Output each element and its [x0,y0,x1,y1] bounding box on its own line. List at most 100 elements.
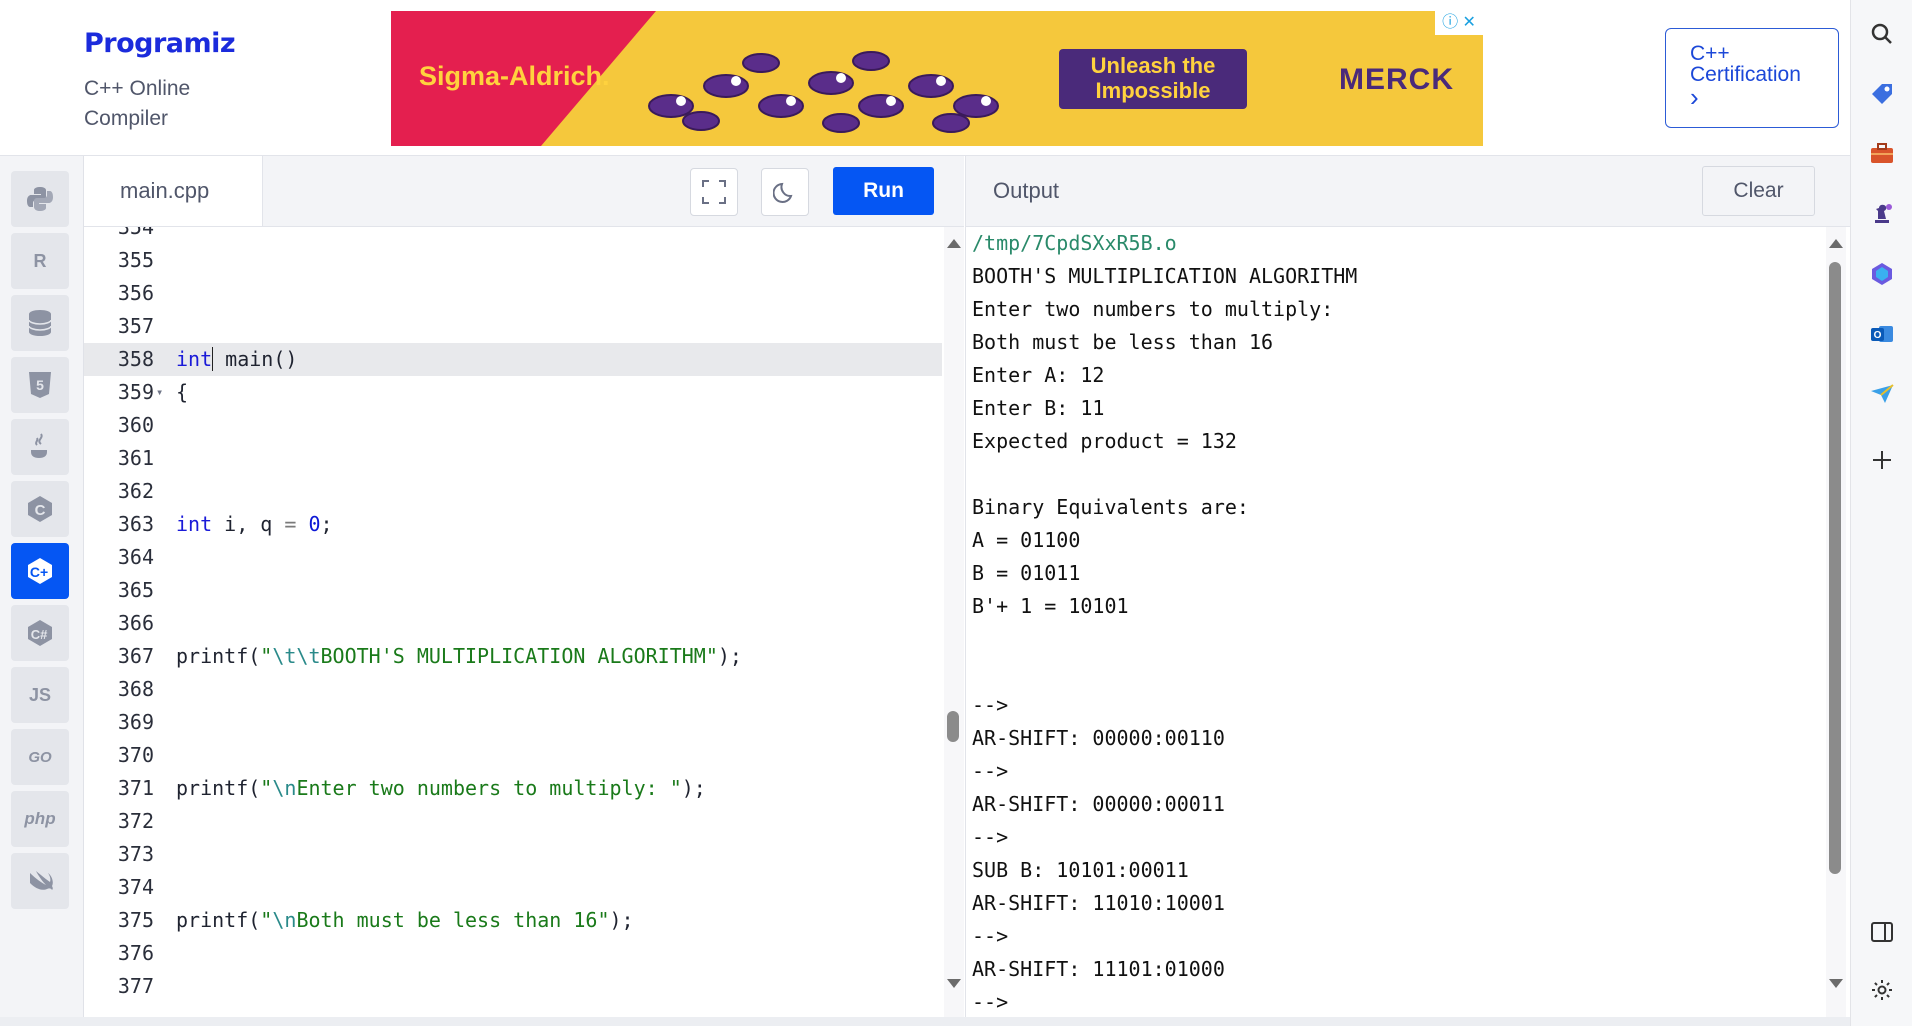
output-line: --> [972,990,1009,1014]
svg-text:C#: C# [31,627,48,642]
svg-text:O: O [1874,330,1882,341]
output-header: Output Clear [965,156,1850,227]
output-line: B'+ 1 = 10101 [972,594,1129,618]
code-text: printf("\t\tBOOTH'S MULTIPLICATION ALGOR… [176,644,742,668]
fullscreen-icon [702,180,726,204]
sql-icon[interactable] [11,295,69,351]
output-line: Both must be less than 16 [972,330,1274,354]
cpp-icon[interactable]: C+ [11,543,69,599]
csharp-icon[interactable]: C# [11,605,69,661]
c-icon[interactable]: C [11,481,69,537]
html-icon[interactable]: 5 [11,357,69,413]
code-line: 372 [117,809,154,833]
output-line: AR-SHIFT: 11101:01000 [972,957,1225,981]
certification-button[interactable]: C++ Certification › [1665,28,1839,128]
scroll-up-icon[interactable] [1829,239,1843,248]
ants-illustration-icon [648,51,999,133]
code-line: 374 [117,875,154,899]
scroll-down-icon[interactable] [1829,979,1843,988]
ad-brand-right: MERCK [1339,63,1454,96]
settings-icon[interactable] [1866,974,1898,1006]
page-subtitle: C++ Online Compiler [84,77,191,130]
code-line: 370 [117,743,154,767]
output-line: Enter B: 11 [972,396,1105,420]
output-line: Binary Equivalents are: [972,495,1249,519]
javascript-icon[interactable]: JS [11,667,69,723]
output-line: AR-SHIFT: 00000:00110 [972,726,1225,750]
panel-icon[interactable] [1866,916,1898,948]
moon-icon [773,182,793,203]
editor-toolbar: main.cpp Run [84,156,964,227]
svg-text:C: C [35,502,46,519]
output-line: SUB B: 10101:00011 [972,858,1189,882]
code-line: 369 [117,710,154,734]
code-line: 363 int i, q = 0; [84,508,942,541]
code-line: 355 [117,248,154,272]
code-line: 357 [117,314,154,338]
outlook-icon[interactable]: O [1866,318,1898,350]
code-line: 376 [117,941,154,965]
copilot-icon[interactable] [1866,258,1898,290]
editor-scrollbar[interactable] [944,227,964,1017]
ad-choices-icon[interactable]: ⓘ ✕ [1435,11,1483,35]
site-header: Programiz C++ Online Compiler Sigma-Aldr… [0,0,1850,156]
output-line: BOOTH'S MULTIPLICATION ALGORITHM [972,264,1358,288]
code-text: int i, q = 0; [176,512,333,536]
scroll-up-icon[interactable] [947,239,961,248]
scrollbar-thumb[interactable] [1829,262,1841,874]
output-line: AR-SHIFT: 11010:10001 [972,891,1225,915]
dark-mode-button[interactable] [761,168,809,216]
tab-main-cpp[interactable]: main.cpp [84,156,263,226]
clear-button[interactable]: Clear [1702,166,1815,216]
svg-text:C+: C+ [30,564,48,580]
scrollbar-thumb[interactable] [947,711,959,742]
file-tab-label: main.cpp [120,178,210,203]
browser-sidebar: O [1850,0,1912,1026]
r-icon[interactable]: R [11,233,69,289]
code-line: 360 [117,413,154,437]
run-button[interactable]: Run [833,167,934,215]
code-line: 356 [117,281,154,305]
php-icon[interactable]: php [11,791,69,847]
briefcase-icon[interactable] [1866,138,1898,170]
certification-label: C++ Certification [1690,42,1801,86]
output-line: AR-SHIFT: 00000:00011 [972,792,1225,816]
output-line: B = 01011 [972,561,1081,585]
chess-icon[interactable] [1866,198,1898,230]
code-text: int main() [176,347,298,371]
output-line: Expected product = 132 [972,429,1237,453]
code-line: 365 [117,578,154,602]
language-sidebar: R 5 C C+ C# JS GO php [0,156,84,1026]
output-scrollbar[interactable] [1826,227,1846,1017]
output-line: Enter two numbers to multiply: [972,297,1334,321]
code-line: 377 [117,974,154,998]
ad-brand-left: Sigma-Aldrich. [419,61,610,91]
advertisement-banner[interactable]: Sigma-Aldrich. Unleash the Impossible ME… [391,11,1483,146]
java-icon[interactable] [11,419,69,475]
code-line: 354 [117,227,154,239]
output-line: /tmp/7CpdSXxR5B.o [972,231,1177,255]
send-icon[interactable] [1866,378,1898,410]
plus-icon[interactable] [1866,444,1898,476]
code-line: 362 [117,479,154,503]
svg-text:5: 5 [36,377,44,393]
go-icon[interactable]: GO [11,729,69,785]
output-line: --> [972,693,1009,717]
swift-icon[interactable] [11,853,69,909]
search-icon[interactable] [1866,18,1898,50]
code-editor[interactable]: 354 355 356 357 358 int main() 359 ▾ { 36… [84,227,944,1017]
code-line: 359 ▾ { [84,376,942,409]
output-line: --> [972,759,1009,783]
code-text: printf("\nEnter two numbers to multiply:… [176,776,706,800]
code-line: 373 [117,842,154,866]
python-icon[interactable] [11,171,69,227]
code-line: 364 [117,545,154,569]
fold-arrow-icon[interactable]: ▾ [156,376,163,409]
output-console[interactable]: /tmp/7CpdSXxR5B.o BOOTH'S MULTIPLICATION… [965,227,1826,1017]
scroll-down-icon[interactable] [947,979,961,988]
tag-icon[interactable] [1866,78,1898,110]
output-line: Enter A: 12 [972,363,1105,387]
code-line: 368 [117,677,154,701]
fullscreen-button[interactable] [690,168,738,216]
programiz-logo[interactable]: Programiz [84,28,236,59]
